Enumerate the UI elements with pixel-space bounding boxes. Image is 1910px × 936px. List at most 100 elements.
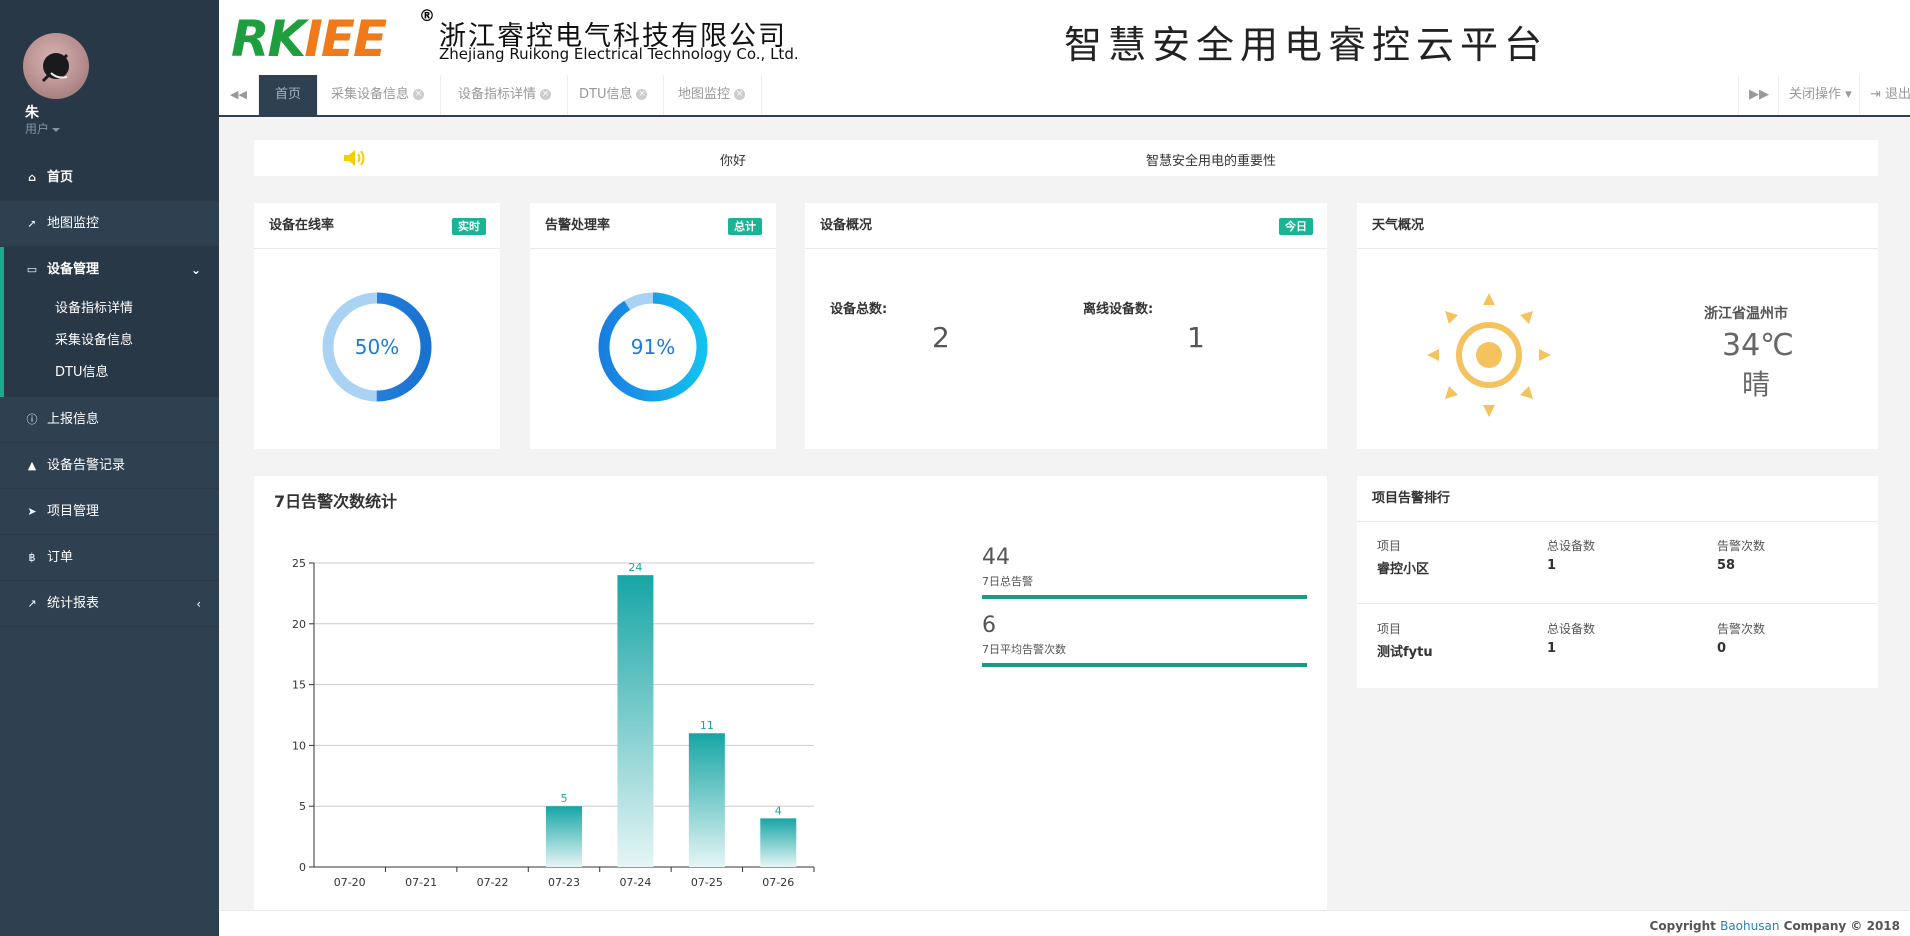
platform-title: 智慧安全用电睿控云平台 (1064, 23, 1549, 67)
ranking-alarm-count: 0 (1717, 641, 1727, 656)
sidebar-subitem-device-metrics[interactable]: 设备指标详情 (4, 293, 219, 325)
total-alarms-label: 7日总告警 (982, 575, 1033, 588)
x-tick-label: 07-24 (619, 876, 651, 889)
close-icon[interactable]: × (540, 89, 552, 100)
ranking-header: 总设备数 (1547, 539, 1596, 553)
y-tick-label: 0 (299, 861, 306, 874)
card-title: 项目告警排行 (1357, 476, 1878, 522)
sidebar-item-home[interactable]: ⌂ 首页 (0, 155, 219, 201)
sidebar-group-device: ▭ 设备管理 ⌄ 设备指标详情 采集设备信息 DTU信息 (0, 247, 219, 397)
y-tick-label: 15 (292, 679, 306, 692)
bitcoin-icon: ฿ (28, 551, 36, 564)
card-title: 设备在线率 实时 (254, 203, 500, 249)
sidebar-item-reports[interactable]: ↗ 统计报表 ‹ (0, 581, 219, 627)
caret-down-icon (52, 127, 61, 132)
bar[interactable] (617, 575, 654, 867)
user-role-dropdown[interactable]: 用户 (25, 120, 61, 137)
home-icon: ⌂ (28, 171, 36, 184)
close-operations-label: 关闭操作 (1789, 87, 1842, 102)
x-tick-label: 07-22 (477, 876, 509, 889)
header: RKIEE ® 浙江睿控电气科技有限公司 Zhejiang Ruikong El… (219, 0, 1910, 75)
copyright: Copyright Baohusan Company © 2018 (1650, 919, 1900, 933)
device-overview-card: 设备概况 今日 设备总数: 2 离线设备数: 1 (805, 203, 1327, 449)
y-tick-label: 10 (292, 739, 306, 752)
sidebar-item-alarm-records[interactable]: ▲ 设备告警记录 (0, 443, 219, 489)
speaker-icon (344, 150, 365, 166)
bar-data-label: 11 (700, 719, 714, 732)
card-title-text: 设备概况 (820, 218, 873, 233)
ranking-device-count: 1 (1547, 558, 1557, 573)
tab-device-metrics[interactable]: 设备指标详情 × (442, 75, 569, 115)
close-operations-dropdown[interactable]: 关闭操作 ▾ (1778, 75, 1862, 115)
chevron-down-icon: ⌄ (190, 263, 201, 277)
bar-data-label: 4 (775, 804, 782, 817)
bar[interactable] (546, 806, 582, 867)
info-circle-icon: ⓘ (26, 413, 38, 426)
registered-mark: ® (419, 6, 435, 25)
close-icon[interactable]: × (734, 89, 746, 100)
bar[interactable] (760, 818, 797, 867)
sidebar-item-label: 统计报表 (47, 596, 100, 611)
tab-label: 设备指标详情 (458, 87, 537, 102)
sidebar-item-device-management[interactable]: ▭ 设备管理 ⌄ (4, 247, 219, 293)
sidebar-subitem-collector-info[interactable]: 采集设备信息 (4, 325, 219, 357)
footer: Copyright Baohusan Company © 2018 (219, 910, 1910, 936)
weather-city: 浙江省温州市 (1704, 306, 1788, 322)
y-tick-label: 20 (292, 618, 306, 631)
sidebar-item-orders[interactable]: ฿ 订单 (0, 535, 219, 581)
logout-button[interactable]: ⇥ 退出 (1859, 75, 1910, 115)
sidebar-item-projects[interactable]: ➤ 项目管理 (0, 489, 219, 535)
notice-text[interactable]: 你好 (720, 150, 746, 169)
alarm-rate-card: 告警处理率 总计 91% (530, 203, 776, 449)
tab-home[interactable]: 首页 (259, 75, 319, 115)
online-rate-value: 50% (354, 335, 400, 359)
line-chart-icon: ↗ (27, 597, 37, 610)
bar[interactable] (688, 733, 725, 867)
ranking-header: 总设备数 (1547, 622, 1596, 636)
bar-data-label: 5 (561, 792, 568, 805)
total-alarms-value: 44 (982, 545, 1010, 570)
sidebar-item-label: 设备管理 (47, 262, 100, 277)
total-alarms-bar (982, 595, 1307, 599)
ranking-project: 测试fytu (1377, 645, 1433, 660)
user-profile: 朱 用户 (0, 0, 219, 155)
ranking-project: 睿控小区 (1377, 562, 1430, 577)
location-arrow-icon: ➤ (27, 505, 37, 518)
ranking-row[interactable]: 项目 总设备数 告警次数 测试fytu 1 0 (1357, 605, 1878, 687)
alarm-stats-card: 7日告警次数统计 0 5 10 15 20 25 07-20 07-21 07-22 07-23 5… (254, 476, 1327, 910)
sidebar-item-label: 首页 (47, 170, 74, 185)
avatar[interactable] (23, 33, 89, 99)
tab-scroll-left-button[interactable]: ◀◀ (219, 75, 259, 115)
status-badge: 实时 (452, 218, 486, 235)
sidebar-item-label: 上报信息 (47, 412, 100, 427)
company-link[interactable]: Baohusan (1720, 919, 1779, 933)
close-icon[interactable]: × (636, 89, 648, 100)
tab-scroll-right-button[interactable]: ▶▶ (1738, 75, 1778, 115)
card-title-text: 设备在线率 (269, 218, 335, 233)
ranking-row[interactable]: 项目 总设备数 告警次数 睿控小区 1 58 (1357, 522, 1878, 604)
total-devices-value: 2 (932, 321, 950, 354)
sidebar-subitem-dtu-info[interactable]: DTU信息 (4, 357, 219, 389)
logo-text-part: RK (231, 10, 306, 68)
sidebar-item-map[interactable]: ➚ 地图监控 (0, 201, 219, 247)
paper-plane-icon: ➚ (27, 217, 37, 230)
x-tick-label: 07-21 (405, 876, 437, 889)
ranking-device-count: 1 (1547, 641, 1557, 656)
tab-dtu-info[interactable]: DTU信息 × (563, 75, 665, 115)
card-title: 天气概况 (1357, 203, 1878, 249)
avg-alarms-label: 7日平均告警次数 (982, 643, 1066, 656)
notice-text[interactable]: 智慧安全用电的重要性 (1146, 150, 1276, 169)
sidebar: 朱 用户 ⌂ 首页 ➚ 地图监控 ▭ 设备管理 ⌄ 设备指标详情 采集设备信息 DTU… (0, 0, 219, 936)
sidebar-item-report-info[interactable]: ⓘ 上报信息 (0, 397, 219, 443)
close-icon[interactable]: × (413, 89, 425, 100)
tab-collector-info[interactable]: 采集设备信息 × (315, 75, 442, 115)
logo-text-part: IEE (304, 10, 387, 68)
ranking-alarm-count: 58 (1717, 558, 1736, 573)
sidebar-item-label: 地图监控 (47, 216, 100, 231)
status-badge: 总计 (728, 218, 762, 235)
card-title: 设备概况 今日 (805, 203, 1327, 249)
sun-icon (1427, 293, 1551, 417)
card-title: 告警处理率 总计 (530, 203, 776, 249)
offline-devices-label: 离线设备数: (1083, 302, 1154, 317)
tab-map-monitor[interactable]: 地图监控 × (662, 75, 763, 115)
